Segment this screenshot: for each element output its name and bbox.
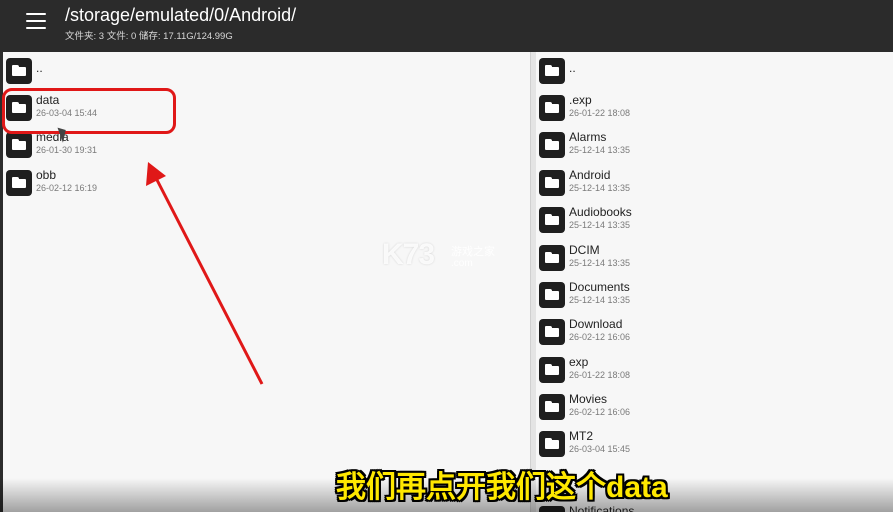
left-file-pane[interactable]: .. data 26-03-04 15:44 media 26-01-30 19… bbox=[3, 52, 530, 512]
folder-date: 25-12-14 13:35 bbox=[569, 220, 631, 230]
folder-name: Android bbox=[569, 168, 611, 182]
folder-name: Documents bbox=[569, 280, 630, 294]
folder-row[interactable]: Documents 25-12-14 13:35 bbox=[536, 278, 893, 312]
right-file-pane[interactable]: .. .exp 26-01-22 18:08 Alarms 25-12-14 1… bbox=[536, 52, 893, 512]
folder-icon bbox=[6, 95, 32, 121]
folder-name: Download bbox=[569, 317, 623, 331]
parent-directory-row[interactable]: .. bbox=[536, 54, 893, 88]
folder-date: 25-12-14 13:35 bbox=[569, 183, 631, 193]
current-path: /storage/emulated/0/Android/ bbox=[65, 5, 297, 25]
app-toolbar: /storage/emulated/0/Android/ 文件夹: 3 文件: … bbox=[0, 0, 893, 52]
video-subtitle: 我们再点开我们这个data bbox=[336, 471, 668, 504]
folder-date: 26-02-12 16:06 bbox=[569, 407, 631, 417]
watermark-subtext: 游戏之家 bbox=[451, 246, 495, 258]
folder-icon bbox=[539, 170, 565, 196]
folder-row[interactable]: Android 25-12-14 13:35 bbox=[536, 166, 893, 200]
folder-icon bbox=[539, 357, 565, 383]
folder-icon bbox=[539, 95, 565, 121]
folder-date: 26-01-22 18:08 bbox=[569, 370, 631, 380]
folder-row-data[interactable]: data 26-03-04 15:44 bbox=[3, 91, 530, 125]
folder-icon bbox=[539, 207, 565, 233]
folder-date: 26-01-22 18:08 bbox=[569, 108, 631, 118]
folder-icon bbox=[6, 132, 32, 158]
folder-name: obb bbox=[36, 168, 57, 182]
folder-date: 26-02-12 16:19 bbox=[36, 183, 98, 193]
folder-icon bbox=[539, 394, 565, 420]
menu-icon[interactable] bbox=[26, 13, 46, 29]
folder-name: DCIM bbox=[569, 243, 600, 257]
folder-icon bbox=[6, 58, 32, 84]
folder-date: 25-12-14 13:35 bbox=[569, 145, 631, 155]
watermark-url: .com bbox=[451, 258, 473, 269]
folder-row[interactable]: Movies 26-02-12 16:06 bbox=[536, 390, 893, 424]
folder-icon bbox=[539, 58, 565, 84]
folder-icon bbox=[539, 431, 565, 457]
watermark-logo: K73 bbox=[382, 238, 435, 271]
folder-row[interactable]: Audiobooks 25-12-14 13:35 bbox=[536, 203, 893, 237]
folder-name: .exp bbox=[569, 93, 592, 107]
folder-row[interactable]: .exp 26-01-22 18:08 bbox=[536, 91, 893, 125]
folder-date: 25-12-14 13:35 bbox=[569, 258, 631, 268]
folder-date: 26-01-30 19:31 bbox=[36, 145, 98, 155]
folder-name: exp bbox=[569, 355, 589, 369]
folder-name: Audiobooks bbox=[569, 205, 632, 219]
folder-date: 26-03-04 15:44 bbox=[36, 108, 98, 118]
folder-row-media[interactable]: media 26-01-30 19:31 bbox=[3, 128, 530, 162]
folder-row[interactable]: Download 26-02-12 16:06 bbox=[536, 315, 893, 349]
folder-icon bbox=[6, 170, 32, 196]
folder-row[interactable]: Alarms 25-12-14 13:35 bbox=[536, 128, 893, 162]
folder-name: Alarms bbox=[569, 130, 607, 144]
folder-icon bbox=[539, 319, 565, 345]
folder-date: 26-02-12 16:06 bbox=[569, 332, 631, 342]
folder-date: 26-03-04 15:45 bbox=[569, 444, 631, 454]
folder-icon bbox=[539, 506, 565, 512]
folder-name: data bbox=[36, 93, 60, 107]
folder-icon bbox=[539, 132, 565, 158]
folder-row-obb[interactable]: obb 26-02-12 16:19 bbox=[3, 166, 530, 200]
folder-icon bbox=[539, 245, 565, 271]
folder-name: MT2 bbox=[569, 429, 593, 443]
folder-row[interactable]: DCIM 25-12-14 13:35 bbox=[536, 241, 893, 275]
folder-name: Movies bbox=[569, 392, 608, 406]
folder-icon bbox=[539, 282, 565, 308]
storage-info: 文件夹: 3 文件: 0 储存: 17.11G/124.99G bbox=[65, 31, 233, 42]
parent-directory-label: .. bbox=[36, 61, 43, 75]
folder-date: 25-12-14 13:35 bbox=[569, 295, 631, 305]
parent-directory-row[interactable]: .. bbox=[3, 54, 530, 88]
folder-row[interactable]: exp 26-01-22 18:08 bbox=[536, 353, 893, 387]
folder-row[interactable]: MT2 26-03-04 15:45 bbox=[536, 427, 893, 461]
parent-directory-label: .. bbox=[569, 61, 576, 75]
